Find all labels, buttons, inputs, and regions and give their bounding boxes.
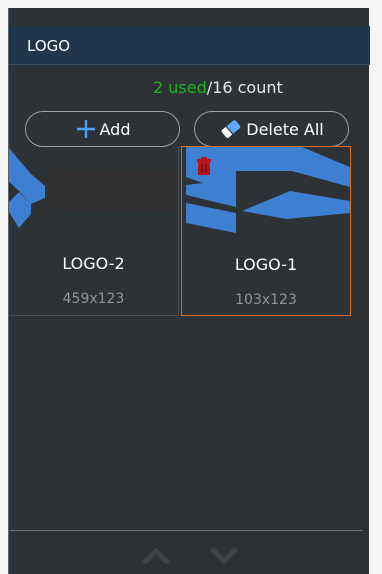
panel-title: LOGO [27,37,71,55]
used-count: 2 used [153,78,207,97]
logo-dimensions: 103x123 [235,292,297,308]
footer-divider [9,530,363,531]
logo-thumbnail-logo-2[interactable]: LOGO-2 459x123 [9,146,179,316]
logo-2-preview [9,146,178,236]
delete-all-button[interactable]: Delete All [194,111,349,147]
chevron-up-icon[interactable] [141,546,171,566]
trash-icon[interactable] [196,157,212,175]
usage-counter: 2 used/16 count [153,78,283,97]
chevron-down-icon[interactable] [209,546,239,566]
used-count-number: 2 [153,78,164,97]
used-count-word: used [168,78,207,97]
add-button[interactable]: Add [25,111,180,147]
logo-name: LOGO-2 [62,254,125,273]
eraser-icon [219,118,243,140]
logo-panel: LOGO 2 used/16 count Add Delete All LOGO… [8,8,370,574]
delete-all-button-label: Delete All [246,119,324,139]
add-button-label: Add [99,119,131,139]
panel-titlebar: LOGO [9,26,370,65]
logo-thumbnail-logo-1[interactable]: LOGO-1 103x123 [181,146,351,316]
plus-icon [75,118,97,140]
logo-dimensions: 459x123 [62,291,125,307]
logo-name: LOGO-1 [234,255,298,274]
total-count: /16 count [206,78,283,97]
